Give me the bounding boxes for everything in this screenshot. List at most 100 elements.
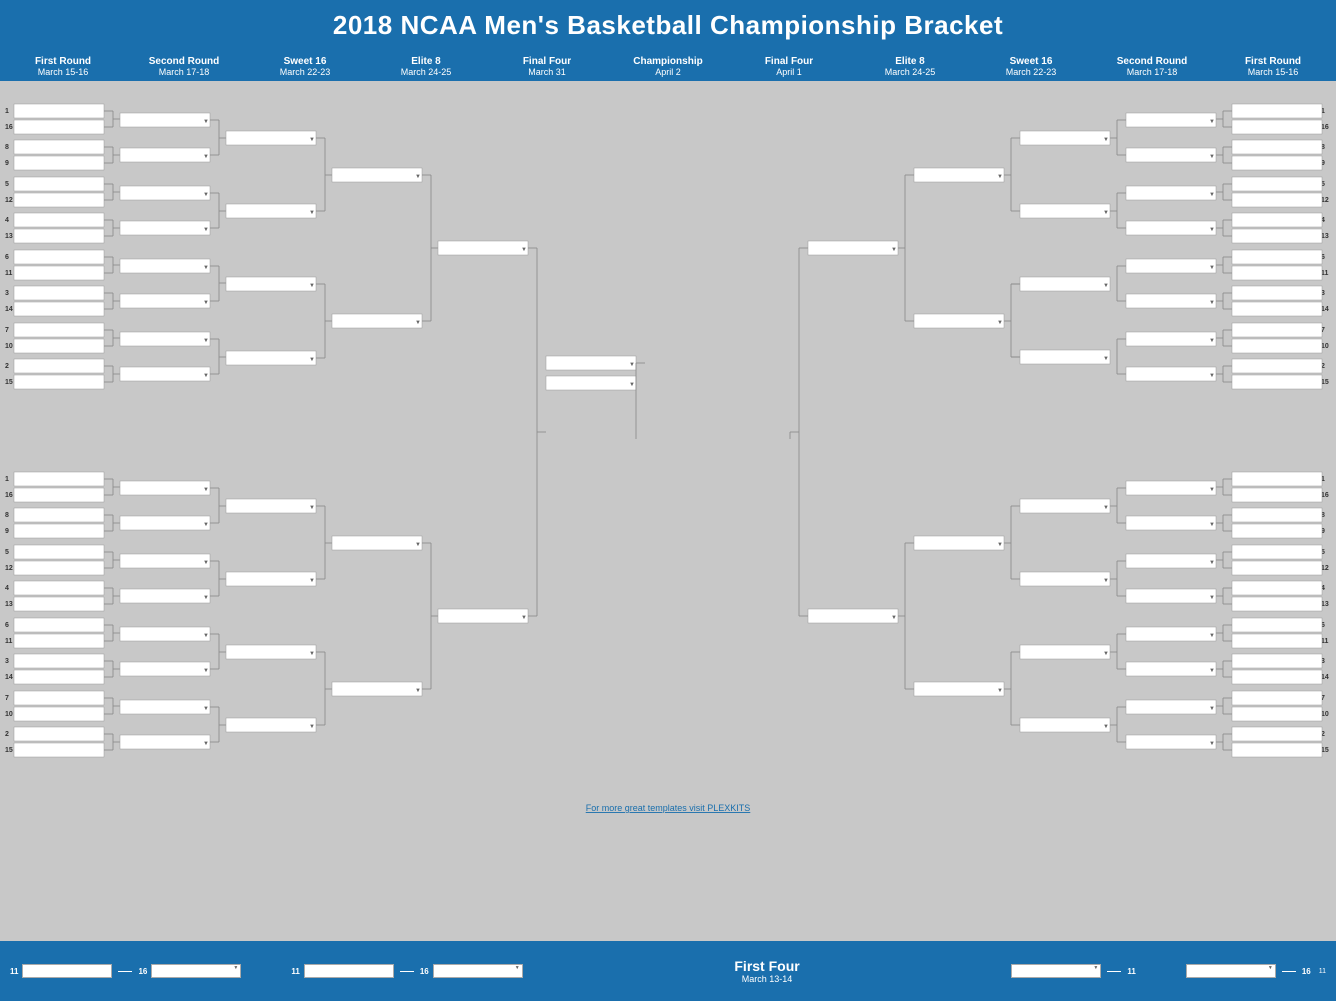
slot[interactable] (1020, 572, 1110, 586)
slot[interactable] (1232, 654, 1322, 668)
slot[interactable] (14, 359, 104, 373)
slot[interactable] (120, 589, 210, 603)
slot[interactable] (1232, 359, 1322, 373)
slot[interactable] (1126, 554, 1216, 568)
slot[interactable] (120, 481, 210, 495)
slot[interactable] (1126, 516, 1216, 530)
slot[interactable] (120, 662, 210, 676)
slot[interactable] (1126, 481, 1216, 495)
slot[interactable] (14, 654, 104, 668)
slot[interactable] (1232, 508, 1322, 522)
slot[interactable] (14, 634, 104, 648)
slot-championship-bot[interactable] (546, 376, 636, 390)
slot[interactable] (1232, 120, 1322, 134)
slot[interactable] (1232, 323, 1322, 337)
slot[interactable] (120, 700, 210, 714)
slot[interactable] (1232, 156, 1322, 170)
slot[interactable] (332, 168, 422, 182)
plexkits-link[interactable]: For more great templates visit PLEXKITS (586, 803, 751, 813)
slot[interactable] (332, 682, 422, 696)
slot[interactable] (1020, 645, 1110, 659)
slot[interactable] (120, 294, 210, 308)
slot-championship-top[interactable] (546, 356, 636, 370)
slot[interactable] (438, 609, 528, 623)
slot[interactable] (1232, 597, 1322, 611)
slot[interactable] (1020, 499, 1110, 513)
slot[interactable] (914, 536, 1004, 550)
footer-slot-1[interactable] (22, 964, 112, 978)
slot[interactable] (1232, 177, 1322, 191)
slot[interactable] (14, 286, 104, 300)
slot[interactable] (14, 618, 104, 632)
footer-slot-6[interactable] (1186, 964, 1276, 978)
slot[interactable] (1232, 488, 1322, 502)
slot[interactable] (1232, 302, 1322, 316)
slot[interactable] (1126, 662, 1216, 676)
slot[interactable] (14, 250, 104, 264)
slot[interactable] (914, 168, 1004, 182)
slot[interactable] (1232, 634, 1322, 648)
slot[interactable] (1232, 339, 1322, 353)
slot[interactable] (1232, 375, 1322, 389)
slot[interactable] (1232, 229, 1322, 243)
slot[interactable] (14, 508, 104, 522)
slot[interactable] (226, 499, 316, 513)
slot[interactable] (14, 213, 104, 227)
slot[interactable] (120, 735, 210, 749)
slot[interactable] (1126, 186, 1216, 200)
slot[interactable] (1126, 259, 1216, 273)
slot[interactable] (1126, 332, 1216, 346)
slot[interactable] (1232, 581, 1322, 595)
slot[interactable] (14, 561, 104, 575)
slot[interactable] (1232, 286, 1322, 300)
slot[interactable] (14, 339, 104, 353)
footer-slot-5[interactable] (1011, 964, 1101, 978)
slot[interactable] (914, 314, 1004, 328)
slot[interactable] (808, 609, 898, 623)
slot[interactable] (14, 670, 104, 684)
slot[interactable] (1232, 104, 1322, 118)
slot[interactable] (14, 104, 104, 118)
slot[interactable] (1126, 294, 1216, 308)
slot[interactable] (1232, 707, 1322, 721)
slot[interactable] (14, 140, 104, 154)
footer-slot-4[interactable] (433, 964, 523, 978)
slot[interactable] (14, 266, 104, 280)
slot[interactable] (14, 524, 104, 538)
slot[interactable] (14, 229, 104, 243)
slot[interactable] (120, 516, 210, 530)
slot[interactable] (1126, 367, 1216, 381)
slot[interactable] (808, 241, 898, 255)
slot[interactable] (14, 597, 104, 611)
footer-slot-2[interactable] (151, 964, 241, 978)
slot[interactable] (1232, 140, 1322, 154)
slot[interactable] (1232, 266, 1322, 280)
slot[interactable] (1126, 221, 1216, 235)
slot[interactable] (1020, 204, 1110, 218)
slot[interactable] (14, 472, 104, 486)
slot[interactable] (120, 367, 210, 381)
slot[interactable] (14, 488, 104, 502)
slot[interactable] (14, 323, 104, 337)
slot[interactable] (1126, 700, 1216, 714)
slot[interactable] (14, 727, 104, 741)
slot[interactable] (14, 375, 104, 389)
slot[interactable] (226, 131, 316, 145)
slot[interactable] (14, 177, 104, 191)
slot[interactable] (226, 718, 316, 732)
slot[interactable] (120, 332, 210, 346)
slot[interactable] (120, 554, 210, 568)
slot[interactable] (1232, 472, 1322, 486)
slot[interactable] (1232, 727, 1322, 741)
slot[interactable] (1232, 250, 1322, 264)
slot[interactable] (1126, 113, 1216, 127)
slot[interactable] (1232, 545, 1322, 559)
slot[interactable] (120, 113, 210, 127)
slot[interactable] (1232, 193, 1322, 207)
slot[interactable] (1232, 743, 1322, 757)
slot[interactable] (120, 186, 210, 200)
slot[interactable] (14, 691, 104, 705)
slot[interactable] (1232, 618, 1322, 632)
slot[interactable] (1126, 589, 1216, 603)
slot[interactable] (14, 302, 104, 316)
